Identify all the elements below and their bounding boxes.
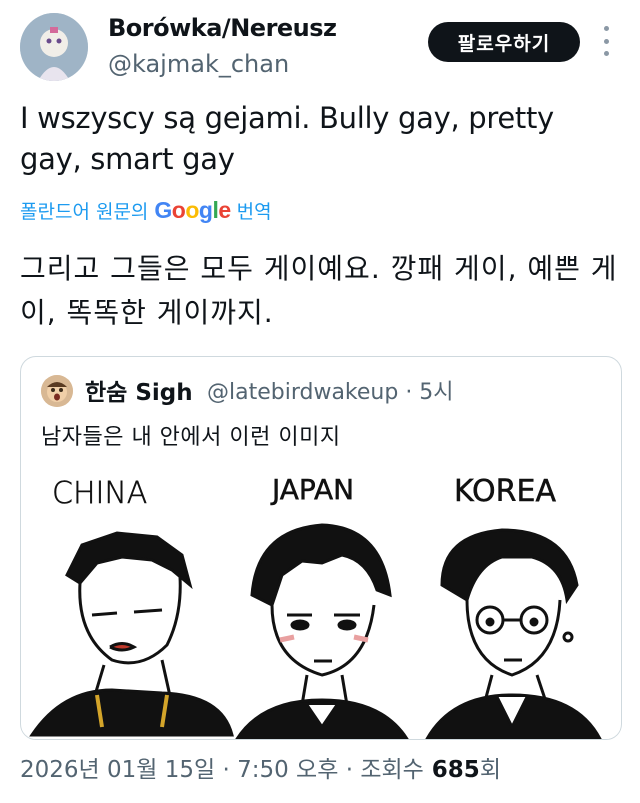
quoted-avatar[interactable] [41,375,73,407]
quoted-avatar-image [41,375,73,407]
quoted-handle-time[interactable]: @latebirdwakeup · 5시 [207,374,454,406]
view-count-suffix: 회 [479,757,501,783]
timestamp[interactable]: 2026년 01월 15일 · 7:50 오후 · 조회수 [20,750,424,784]
more-options-icon[interactable] [598,26,614,56]
comic-label-japan: JAPAN [270,473,354,506]
quoted-tweet[interactable]: 한숨 Sigh @latebirdwakeup · 5시 남자들은 내 안에서 … [20,356,622,740]
tweet-text: I wszyscy są gejami. Bully gay, pretty g… [20,101,554,176]
comic-character-japan [235,523,409,739]
view-count[interactable]: 685 [432,757,480,783]
quoted-display-name[interactable]: 한숨 Sigh [85,373,193,407]
follow-button[interactable]: 팔로우하기 [428,22,580,62]
translation-prefix: 폴란드어 원문의 [20,201,149,223]
translation-suffix: 번역 [236,201,272,223]
translation-attribution[interactable]: 폴란드어 원문의 Google 번역 [20,197,272,224]
author-display-name[interactable]: Borówka/Nereusz [108,14,337,42]
quoted-text: 남자들은 내 안에서 이런 이미지 [41,425,341,450]
author-handle[interactable]: @kajmak_chan [108,50,289,78]
author-avatar[interactable] [20,13,88,81]
comic-character-korea [425,528,602,739]
translated-text: 그리고 그들은 모두 게이예요. 깡패 게이, 예쁜 게이, 똑똑한 게이까지. [20,252,618,329]
comic-character-china [29,531,234,737]
comic-label-korea: KOREA [454,474,556,509]
google-logo: Google [154,197,231,223]
avatar-image [20,13,88,81]
quoted-comic-image[interactable]: CHINA JAPAN KOREA [22,465,620,739]
comic-label-china: CHINA [52,476,147,511]
tweet-meta: 2026년 01월 15일 · 7:50 오후 · 조회수 685회 [20,750,501,784]
